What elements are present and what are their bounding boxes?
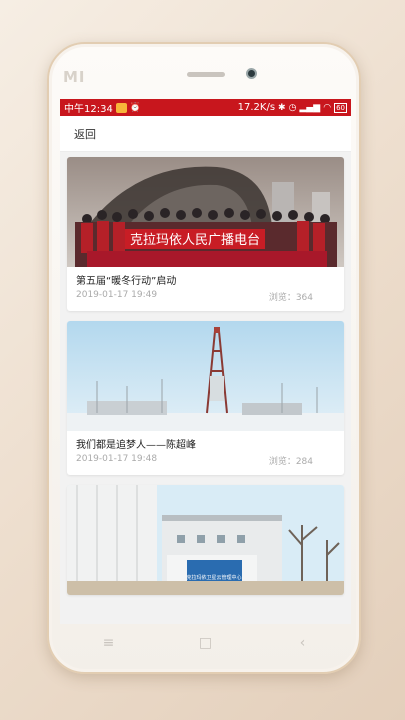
alarm-icon: ⏰ — [129, 102, 142, 113]
alarm-clock-icon: ◷ — [288, 102, 297, 113]
screen: 中午12:34 ⏰ 17.2K/s ✱ ◷ ▂▄▆ ◠ 60 返回 克拉玛依人民… — [60, 99, 351, 624]
bluetooth-icon: ✱ — [278, 102, 286, 113]
article-date: 2019-01-17 19:48 — [76, 454, 158, 464]
earpiece-speaker — [187, 72, 225, 77]
article-card[interactable]: 克拉玛依人民广播电台 第五届“暖冬行动”启动 2019-01-17 19:49 … — [67, 157, 344, 311]
svg-text:克拉玛依人民广播电台: 克拉玛依人民广播电台 — [130, 233, 260, 248]
article-thumbnail: 克拉玛依人民广播电台 — [67, 157, 344, 267]
article-card[interactable]: 我们都是追梦人——陈超峰 2019-01-17 19:48 浏览：284 — [67, 321, 344, 475]
home-icon[interactable]: □ — [186, 635, 226, 651]
article-list: 克拉玛依人民广播电台 第五届“暖冬行动”启动 2019-01-17 19:49 … — [60, 152, 351, 595]
article-thumbnail: 克拉玛依卫星云管理中心 — [67, 485, 344, 595]
building-image: 克拉玛依卫星云管理中心 — [67, 485, 344, 595]
net-speed: 17.2K/s — [237, 102, 276, 113]
svg-text:克拉玛依卫星云管理中心: 克拉玛依卫星云管理中心 — [186, 574, 241, 581]
article-views: 浏览：364 — [268, 293, 313, 303]
article-views: 浏览：284 — [268, 457, 313, 467]
app-notification-icon — [115, 102, 127, 113]
article-date: 2019-01-17 19:49 — [76, 290, 158, 300]
group-photo-image: 克拉玛依人民广播电台 — [67, 157, 344, 267]
signal-icon: ▂▄▆ — [299, 102, 321, 113]
article-thumbnail — [67, 321, 344, 431]
status-bar: 中午12:34 ⏰ 17.2K/s ✱ ◷ ▂▄▆ ◠ 60 — [60, 99, 351, 116]
system-nav-bar: ≡ □ ‹ — [60, 624, 351, 662]
app-bar: 返回 — [60, 116, 351, 152]
battery-icon: 60 — [334, 102, 347, 113]
drilling-rig-image — [67, 321, 344, 431]
article-title: 第五届“暖冬行动”启动 — [76, 276, 177, 287]
brand-logo: MI — [63, 68, 86, 86]
phone-frame: MI 中午12:34 ⏰ 17.2K/s ✱ ◷ ▂▄▆ ◠ 60 返回 克拉玛… — [47, 42, 361, 674]
front-camera — [246, 68, 257, 79]
back-button[interactable]: 返回 — [74, 126, 96, 142]
article-title: 我们都是追梦人——陈超峰 — [76, 440, 196, 451]
status-time: 中午12:34 — [64, 104, 113, 115]
menu-icon[interactable]: ≡ — [89, 635, 129, 651]
wifi-icon: ◠ — [323, 102, 332, 113]
back-nav-icon[interactable]: ‹ — [283, 635, 323, 651]
article-card[interactable]: 克拉玛依卫星云管理中心 — [67, 485, 344, 595]
